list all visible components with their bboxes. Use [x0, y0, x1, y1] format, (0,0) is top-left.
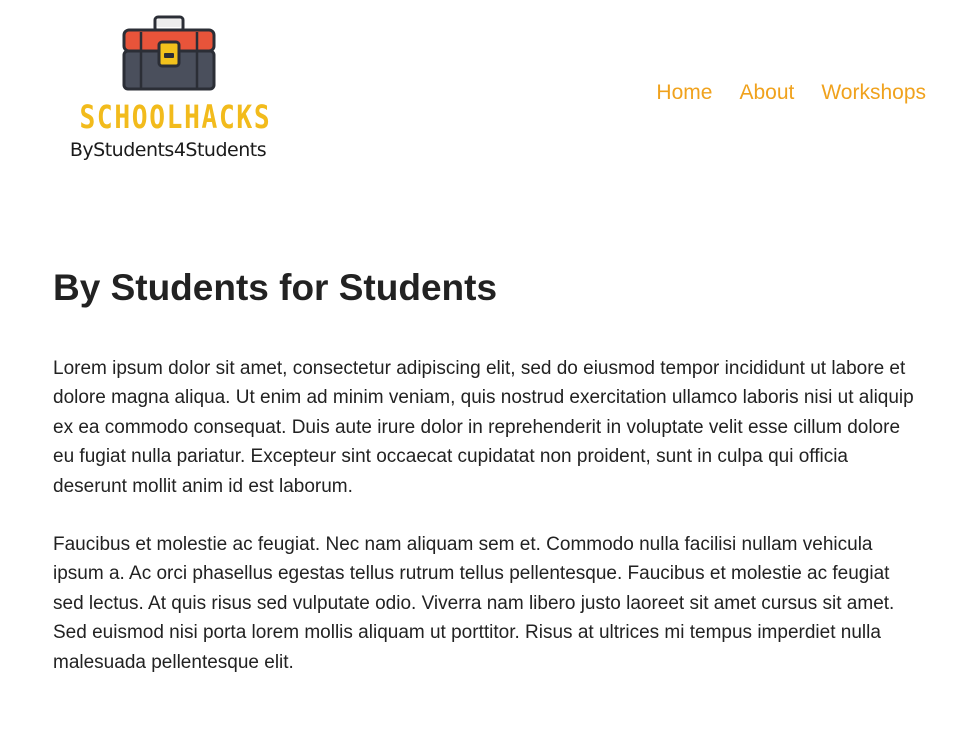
nav-home-link[interactable]: Home — [656, 78, 712, 108]
site-header: SCHOOLHACKS ByStudents4Students Home Abo… — [0, 0, 964, 200]
main-content: By Students for Students Lorem ipsum dol… — [53, 262, 923, 677]
logo-subtitle: ByStudents4Students — [69, 139, 267, 161]
body-paragraph-2: Faucibus et molestie ac feugiat. Nec nam… — [53, 534, 895, 673]
logo-title: SCHOOLHACKS — [79, 98, 272, 136]
nav-about-link[interactable]: About — [739, 78, 794, 108]
nav-workshops-link[interactable]: Workshops — [821, 78, 926, 108]
body-paragraph-1: Lorem ipsum dolor sit amet, consectetur … — [53, 358, 914, 497]
page-title: By Students for Students — [53, 267, 498, 308]
site-logo[interactable]: SCHOOLHACKS ByStudents4Students — [60, 14, 276, 166]
main-nav: Home About Workshops — [656, 78, 926, 108]
toolbox-icon — [122, 15, 216, 91]
